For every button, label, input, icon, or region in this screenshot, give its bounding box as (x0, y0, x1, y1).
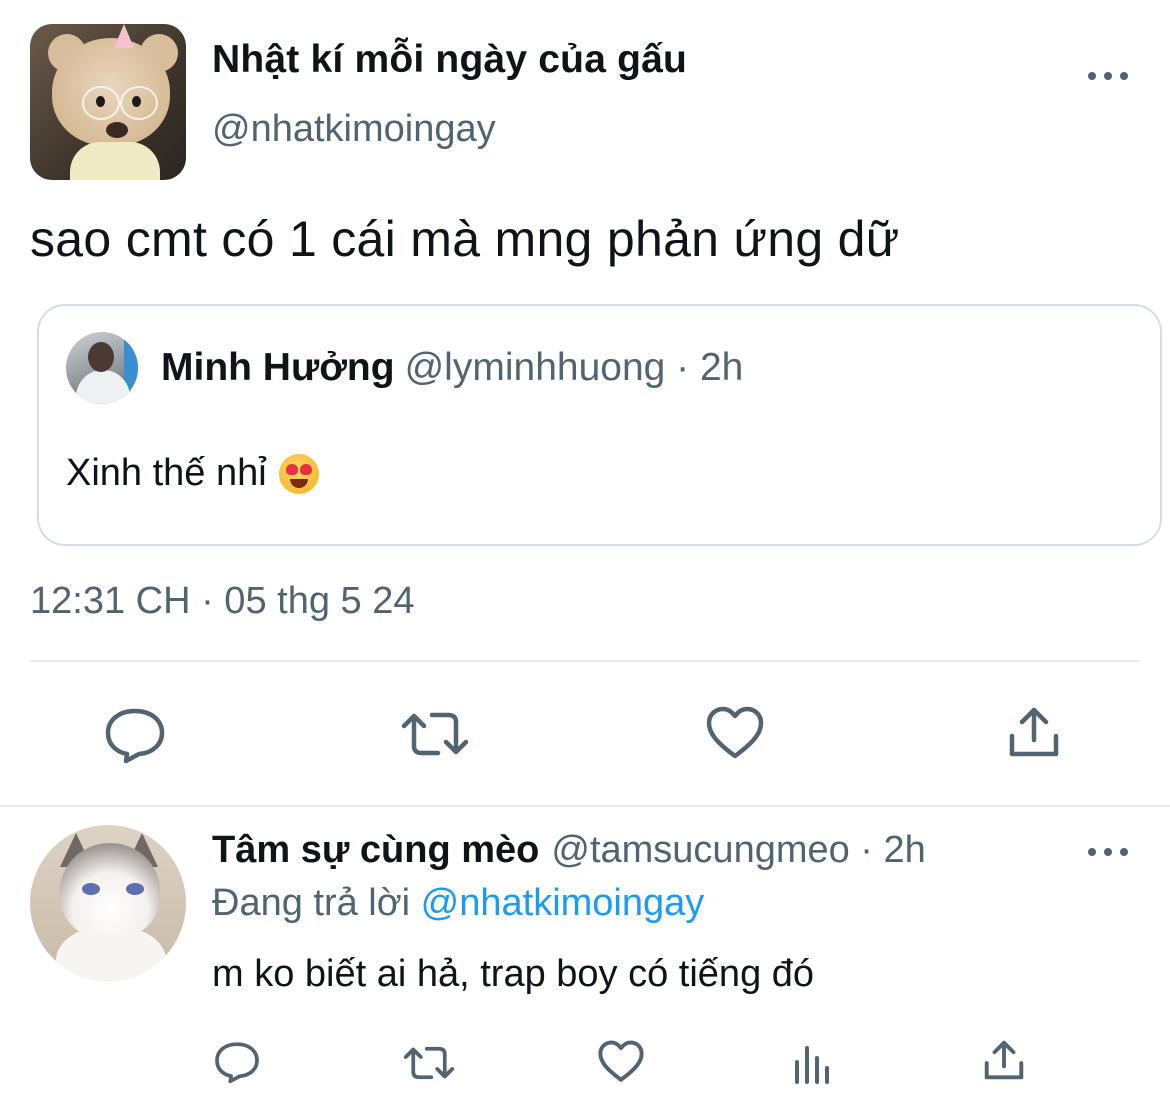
more-dot-icon (1088, 72, 1096, 80)
replying-to-link[interactable]: @nhatkimoingay (421, 882, 705, 924)
author-avatar[interactable] (30, 24, 186, 180)
quote-author-name[interactable]: Minh Hưởng (161, 346, 395, 389)
quote-header: Minh Hưởng @lyminhhuong · 2h (161, 346, 743, 390)
more-dot-icon (1104, 72, 1112, 80)
reply-icon[interactable] (214, 1040, 260, 1084)
reply-more-options-button[interactable] (1088, 842, 1128, 862)
stats-icon[interactable] (793, 1040, 833, 1084)
replying-to: Đang trả lời @nhatkimoingay (212, 882, 704, 925)
quote-text: Xinh thế nhỉ (66, 452, 267, 494)
more-dot-icon (1088, 848, 1096, 856)
tweet-timestamp[interactable]: 12:31 CH · 05 thg 5 24 (30, 580, 414, 623)
more-dot-icon (1120, 848, 1128, 856)
quote-author-meta: @lyminhhuong · 2h (404, 346, 744, 389)
divider (30, 660, 1140, 662)
reply-author-avatar[interactable] (30, 825, 186, 981)
heart-eyes-emoji-icon (278, 453, 319, 494)
like-icon[interactable] (706, 706, 764, 760)
more-dot-icon (1120, 72, 1128, 80)
reply-author-name[interactable]: Tâm sự cùng mèo (212, 829, 539, 871)
reply-text: m ko biết ai hả, trap boy có tiếng đó (212, 953, 815, 995)
author-name[interactable]: Nhật kí mỗi ngày của gấu (212, 38, 687, 82)
tweet-text: sao cmt có 1 cái mà mng phản ứng dữ (30, 211, 900, 267)
retweet-icon[interactable] (400, 706, 470, 762)
quoted-tweet[interactable]: Minh Hưởng @lyminhhuong · 2h Xinh thế nhỉ (37, 304, 1162, 546)
share-icon[interactable] (982, 1038, 1026, 1082)
reply-author-meta: @tamsucungmeo · 2h (551, 829, 926, 871)
more-options-button[interactable] (1088, 66, 1128, 86)
reply-icon[interactable] (104, 706, 166, 764)
retweet-icon[interactable] (402, 1042, 456, 1084)
divider (0, 805, 1170, 807)
share-icon[interactable] (1006, 704, 1062, 760)
reply-header: Tâm sự cùng mèo @tamsucungmeo · 2h (212, 829, 926, 872)
tweet-detail-page: Nhật kí mỗi ngày của gấu @nhatkimoingay … (0, 0, 1170, 1107)
quote-author-avatar[interactable] (66, 332, 138, 404)
author-handle[interactable]: @nhatkimoingay (212, 108, 496, 151)
replying-prefix: Đang trả lời (212, 882, 411, 924)
quote-text-row: Xinh thế nhỉ (66, 452, 319, 495)
like-icon[interactable] (598, 1040, 644, 1083)
more-dot-icon (1104, 848, 1112, 856)
